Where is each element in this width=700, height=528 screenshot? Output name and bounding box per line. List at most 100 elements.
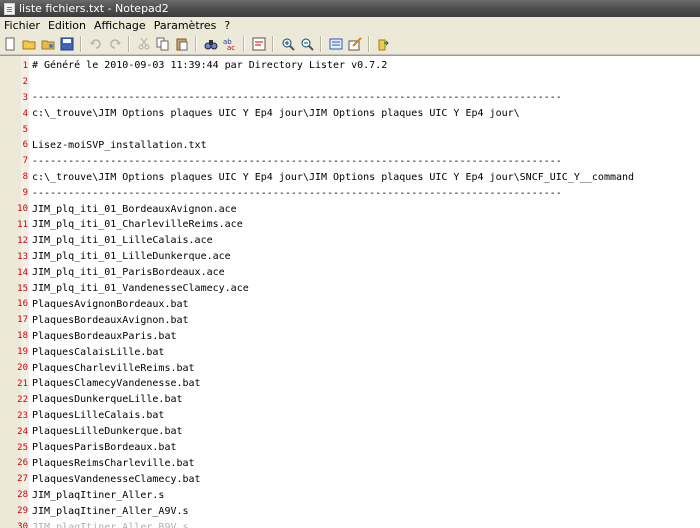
customize-icon[interactable] [347,36,363,52]
browse-icon[interactable] [40,36,56,52]
line-number: 27 [17,474,28,485]
editor-line[interactable]: 14 JIM_plq_iti_01_ParisBordeaux.ace [0,265,700,281]
line-number: 25 [17,442,28,453]
editor-line[interactable]: 21 PlaquesClamecyVandenesse.bat [0,376,700,392]
toolbar: ab ac [0,33,700,55]
toolbar-separator [272,35,274,52]
editor-line[interactable]: 11 JIM_plq_iti_01_CharlevilleReims.ace [0,217,700,233]
editor-line[interactable]: 1 # Généré le 2010-09-03 11:39:44 par Dir… [0,58,700,74]
editor-line[interactable]: 10 JIM_plq_iti_01_BordeauxAvignon.ace [0,201,700,217]
editor-line[interactable]: 18 PlaquesBordeauxParis.bat [0,328,700,344]
zoom-in-icon[interactable] [280,36,296,52]
line-text: c:\_trouve\JIM Options plaques UIC Y Ep4… [32,108,520,120]
editor-line[interactable]: 6 Lisez-moiSVP_installation.txt [0,138,700,154]
line-text: PlaquesLilleCalais.bat [32,410,165,422]
editor-line[interactable]: 23 PlaquesLilleCalais.bat [0,408,700,424]
wordwrap-icon[interactable] [251,36,267,52]
line-text: JIM_plq_iti_01_LilleDunkerque.ace [32,251,231,263]
editor-line[interactable]: 22 PlaquesDunkerqueLille.bat [0,392,700,408]
menu-bar: Fichier Edition Affichage Paramètres ? [0,17,700,33]
line-number: 7 [22,156,28,167]
paste-icon[interactable] [174,36,190,52]
menu-help[interactable]: ? [224,19,230,32]
line-text: ----------------------------------------… [32,92,562,104]
open-file-icon[interactable] [21,36,37,52]
editor-line[interactable]: 30 JIM_plaqItiner_Aller_B9V.s [0,519,700,528]
line-number: 14 [17,267,28,278]
notepad-icon [4,2,15,15]
toolbar-separator [80,35,82,52]
line-number: 5 [22,124,28,135]
line-number: 9 [22,188,28,199]
line-text: PlaquesAvignonBordeaux.bat [32,298,189,310]
save-icon[interactable] [59,36,75,52]
editor-line[interactable]: 4 c:\_trouve\JIM Options plaques UIC Y Ep… [0,106,700,122]
line-text: JIM_plq_iti_01_BordeauxAvignon.ace [32,203,237,215]
line-text: PlaquesDunkerqueLille.bat [32,394,183,406]
editor-line[interactable]: 12 JIM_plq_iti_01_LilleCalais.ace [0,233,700,249]
editor-line[interactable]: 5 [0,122,700,138]
editor-line[interactable]: 20 PlaquesCharlevilleReims.bat [0,360,700,376]
new-file-icon[interactable] [2,36,18,52]
editor-line[interactable]: 7 ---------------------------------------… [0,153,700,169]
zoom-out-icon[interactable] [299,36,315,52]
editor-line[interactable]: 26 PlaquesReimsCharleville.bat [0,456,700,472]
editor-line[interactable]: 28 JIM_plaqItiner_Aller.s [0,487,700,503]
undo-icon[interactable] [88,36,104,52]
editor-line[interactable]: 25 PlaquesParisBordeaux.bat [0,440,700,456]
line-number: 11 [17,219,28,230]
line-number: 16 [17,299,28,310]
menu-parametres[interactable]: Paramètres [154,19,217,32]
editor-line[interactable]: 2 [0,74,700,90]
line-number: 8 [22,172,28,183]
scheme-icon[interactable] [328,36,344,52]
window-title: liste fichiers.txt - Notepad2 [19,2,169,15]
toolbar-separator [320,35,322,52]
menu-fichier[interactable]: Fichier [4,19,40,32]
editor-line[interactable]: 16 PlaquesAvignonBordeaux.bat [0,297,700,313]
line-text: PlaquesClamecyVandenesse.bat [32,378,201,390]
line-text: PlaquesParisBordeaux.bat [32,442,177,454]
line-text: c:\_trouve\JIM Options plaques UIC Y Ep4… [32,171,635,183]
editor-line[interactable]: 19 PlaquesCalaisLille.bat [0,344,700,360]
redo-icon[interactable] [107,36,123,52]
line-number: 21 [17,378,28,389]
line-number: 13 [17,251,28,262]
line-number: 4 [22,108,28,119]
line-text: JIM_plaqItiner_Aller_B9V.s [32,521,189,528]
editor-line[interactable]: 27 PlaquesVandenesseClamecy.bat [0,471,700,487]
favorites-icon[interactable] [376,36,392,52]
menu-affichage[interactable]: Affichage [94,19,146,32]
line-number: 6 [22,140,28,151]
line-number: 22 [17,394,28,405]
editor-area[interactable]: 1 # Généré le 2010-09-03 11:39:44 par Dir… [0,55,700,528]
line-number: 24 [17,426,28,437]
editor-line[interactable]: 9 ---------------------------------------… [0,185,700,201]
line-number: 15 [17,283,28,294]
toolbar-separator [128,35,130,52]
line-text: JIM_plq_iti_01_ParisBordeaux.ace [32,267,225,279]
editor-line[interactable]: 3 ---------------------------------------… [0,90,700,106]
editor-line[interactable]: 29 JIM_plaqItiner_Aller_A9V.s [0,503,700,519]
line-number: 29 [17,506,28,517]
editor-line[interactable]: 15 JIM_plq_iti_01_VandenesseClamecy.ace [0,281,700,297]
editor-line[interactable]: 17 PlaquesBordeauxAvignon.bat [0,312,700,328]
editor-line[interactable]: 24 PlaquesLilleDunkerque.bat [0,424,700,440]
line-text: JIM_plq_iti_01_CharlevilleReims.ace [32,219,243,231]
editor-line[interactable]: 8 c:\_trouve\JIM Options plaques UIC Y Ep… [0,169,700,185]
editor-line[interactable]: 13 JIM_plq_iti_01_LilleDunkerque.ace [0,249,700,265]
line-text: ----------------------------------------… [32,187,562,199]
line-text: PlaquesCharlevilleReims.bat [32,362,195,374]
menu-edition[interactable]: Edition [48,19,86,32]
find-icon[interactable] [203,36,219,52]
line-text: PlaquesReimsCharleville.bat [32,457,195,469]
cut-icon[interactable] [136,36,152,52]
line-text: JIM_plq_iti_01_LilleCalais.ace [32,235,213,247]
svg-text:ac: ac [227,44,235,51]
line-number: 18 [17,331,28,342]
line-text: JIM_plq_iti_01_VandenesseClamecy.ace [32,283,249,295]
copy-icon[interactable] [155,36,171,52]
line-number: 12 [17,235,28,246]
replace-icon[interactable]: ab ac [222,36,238,52]
line-text: PlaquesBordeauxParis.bat [32,330,177,342]
